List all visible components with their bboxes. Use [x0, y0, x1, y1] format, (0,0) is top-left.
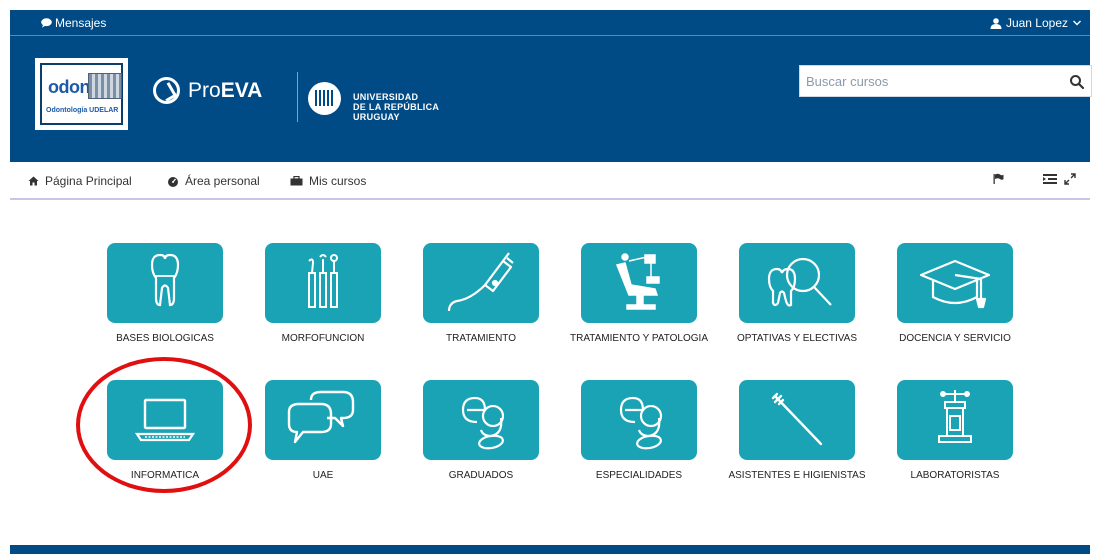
site-header: odon Odontología UDELAR ProEVA UNIVERSID… [10, 36, 1092, 162]
proeva-logo[interactable]: ProEVA [153, 77, 262, 104]
search-input[interactable] [800, 66, 1056, 96]
tile-label[interactable]: OPTATIVAS Y ELECTIVAS [712, 333, 882, 344]
tile-graduados[interactable] [423, 380, 539, 460]
flag-icon[interactable] [993, 173, 1004, 185]
briefcase-icon [290, 176, 303, 186]
dashboard-icon [168, 176, 178, 187]
dental-chair-icon [615, 253, 660, 310]
tile-asistentes-e-higienistas[interactable] [739, 380, 855, 460]
tile-label[interactable]: TRATAMIENTO Y PATOLOGIA [554, 333, 724, 344]
tile-docencia-y-servicio[interactable] [897, 243, 1013, 323]
block-indent-icon[interactable] [1043, 173, 1057, 185]
tile-tratamiento-y-patologia[interactable] [581, 243, 697, 323]
top-bar: Mensajes Juan Lopez [10, 10, 1090, 36]
lab-press-icon [938, 390, 972, 443]
fullscreen-icon[interactable] [1064, 173, 1076, 185]
home-icon [28, 176, 39, 186]
footer-bar [10, 545, 1090, 554]
udelar-seal-icon[interactable] [308, 82, 341, 115]
tile-label[interactable]: LABORATORISTAS [870, 470, 1040, 481]
tooth-magnifier-icon [767, 257, 832, 307]
tile-label[interactable]: ESPECIALIDADES [554, 470, 724, 481]
tile-label[interactable]: DOCENCIA Y SERVICIO [870, 333, 1040, 344]
odon-logo-subtitle: Odontología UDELAR [46, 107, 119, 114]
nav-my-courses-label: Mis cursos [309, 174, 367, 188]
nav-home-label: Página Principal [45, 174, 132, 188]
tile-label[interactable]: TRATAMIENTO [396, 333, 566, 344]
tile-morfofuncion[interactable] [265, 243, 381, 323]
udelar-line1: UNIVERSIDAD [353, 92, 419, 102]
search-icon[interactable] [1069, 74, 1085, 90]
page: Mensajes Juan Lopez odon Odontología UDE… [0, 0, 1096, 554]
user-menu[interactable]: Juan Lopez [990, 16, 1082, 30]
messages-label: Mensajes [55, 16, 107, 30]
tile-label[interactable]: MORFOFUNCION [238, 333, 408, 344]
udelar-line2: DE LA REPÚBLICA [353, 102, 440, 112]
odon-logo[interactable]: odon Odontología UDELAR [35, 58, 128, 130]
eg-logo-icon [619, 396, 663, 450]
chevron-down-icon [1073, 20, 1081, 26]
dental-drill-icon [447, 252, 514, 312]
tile-label[interactable]: ASISTENTES E HIGIENISTAS [712, 470, 882, 481]
highlight-circle [76, 357, 252, 493]
udelar-line3: URUGUAY [353, 112, 400, 122]
user-name: Juan Lopez [1005, 16, 1068, 30]
proeva-pre: Pro [188, 78, 221, 102]
graduation-cap-icon [919, 259, 991, 309]
nav-my-courses[interactable]: Mis cursos [290, 174, 366, 188]
nav-personal-area-label: Área personal [185, 174, 260, 188]
tooth-icon [150, 253, 180, 307]
tile-label[interactable]: BASES BIOLOGICAS [80, 333, 250, 344]
nav-home[interactable]: Página Principal [28, 174, 132, 188]
proeva-bold: EVA [220, 78, 263, 102]
odon-logo-word: odon [48, 77, 90, 97]
udelar-wordmark: UNIVERSIDAD DE LA REPÚBLICA URUGUAY [353, 92, 439, 122]
nav-personal-area[interactable]: Área personal [167, 174, 260, 188]
tile-tratamiento[interactable] [423, 243, 539, 323]
tile-especialidades[interactable] [581, 380, 697, 460]
tile-label[interactable]: GRADUADOS [396, 470, 566, 481]
chat-icon [41, 18, 52, 28]
tile-optativas-y-electivas[interactable] [739, 243, 855, 323]
user-icon [990, 17, 1002, 29]
tile-label[interactable]: UAE [238, 470, 408, 481]
odon-logo-frame: odon Odontología UDELAR [40, 63, 123, 125]
main-nav: Página Principal Área personal Mis curso… [10, 162, 1090, 200]
logo-divider [297, 72, 298, 122]
toothbrush-icon [771, 392, 823, 446]
chat-bubbles-icon [287, 390, 355, 444]
tile-laboratoristas[interactable] [897, 380, 1013, 460]
course-search [799, 65, 1092, 97]
tile-uae[interactable] [265, 380, 381, 460]
proeva-circle-icon [153, 77, 180, 104]
building-icon [88, 73, 122, 99]
tile-bases-biologicas[interactable] [107, 243, 223, 323]
messages-link[interactable]: Mensajes [41, 16, 106, 30]
dental-tools-icon [308, 254, 338, 308]
proeva-wordmark: ProEVA [188, 79, 262, 103]
eg-logo-icon [461, 396, 505, 450]
